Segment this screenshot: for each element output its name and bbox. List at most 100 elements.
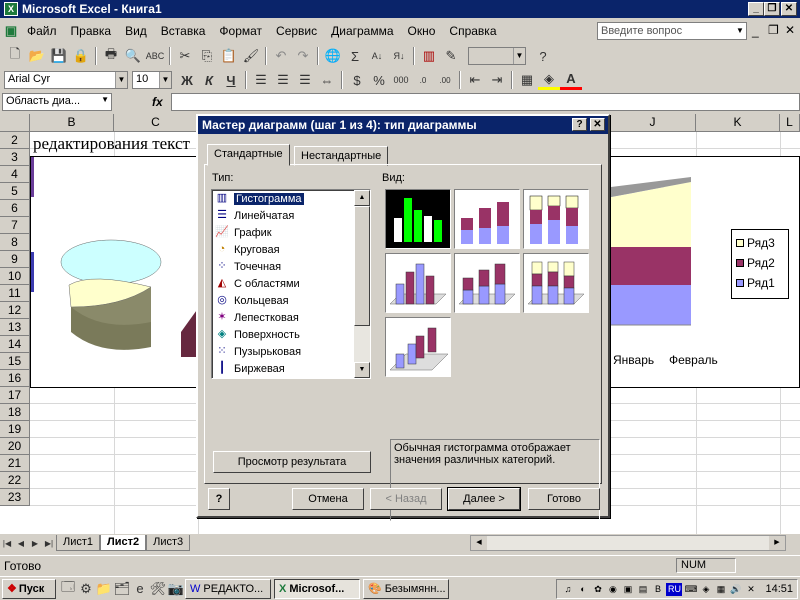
ask-dropdown-icon[interactable]: ▼ <box>734 23 746 39</box>
prev-sheet-icon[interactable]: ◀ <box>14 533 28 553</box>
fill-color-icon[interactable]: ◈ <box>538 70 560 90</box>
menu-tools[interactable]: Сервис <box>269 24 324 38</box>
chart-type-item[interactable]: ┃ Биржевая <box>212 360 370 377</box>
paste-icon[interactable]: 📋 <box>218 46 240 66</box>
next-button[interactable]: Далее > <box>447 487 521 511</box>
print-preview-icon[interactable]: 🔍 <box>122 46 144 66</box>
tab-standard[interactable]: Стандартные <box>207 144 290 166</box>
row-header[interactable]: 8 <box>0 234 30 251</box>
row-header[interactable]: 5 <box>0 183 30 200</box>
menu-window[interactable]: Окно <box>401 24 443 38</box>
workbook-icon[interactable]: ▣ <box>2 21 20 41</box>
tray-icon[interactable]: ▣ <box>621 583 634 596</box>
chart-type-item[interactable]: ✶ Лепестковая <box>212 309 370 326</box>
tray-icon[interactable]: ◈ <box>699 583 712 596</box>
scroll-left-icon[interactable]: ◀ <box>471 536 487 550</box>
cancel-button[interactable]: Отмена <box>292 488 364 510</box>
row-header[interactable]: 19 <box>0 421 30 438</box>
row-header[interactable]: 10 <box>0 268 30 285</box>
cell-text[interactable]: редактирования текст <box>33 134 190 154</box>
doc-restore-button[interactable]: ❐ <box>768 23 779 37</box>
new-icon[interactable]: 🗋 <box>4 46 26 66</box>
preview-result-button[interactable]: Просмотр результата <box>213 451 371 473</box>
area-chart-object[interactable]: Ряд3 Ряд2 Ряд1 Январь Февраль <box>610 156 800 388</box>
task-excel[interactable]: X Microsof... <box>274 578 360 599</box>
row-header[interactable]: 20 <box>0 438 30 455</box>
col-header-c[interactable]: C <box>114 114 198 132</box>
menu-format[interactable]: Формат <box>212 24 269 38</box>
col-header-k[interactable]: K <box>696 114 780 132</box>
scroll-up-icon[interactable]: ▲ <box>354 190 370 206</box>
select-all-corner[interactable] <box>0 114 30 132</box>
zoom-combo[interactable]: ▼ <box>468 47 526 65</box>
menu-view[interactable]: Вид <box>118 24 154 38</box>
subtype-100-stacked-column[interactable] <box>523 189 589 249</box>
font-dropdown-icon[interactable]: ▼ <box>115 72 127 88</box>
row-header[interactable]: 12 <box>0 302 30 319</box>
language-indicator[interactable]: RU <box>666 582 683 596</box>
chart-wizard-icon[interactable]: ▥ <box>418 46 440 66</box>
menu-help[interactable]: Справка <box>442 24 503 38</box>
redo-icon[interactable]: ↷ <box>292 46 314 66</box>
chart-type-item[interactable]: ◔ Круговая <box>212 241 370 258</box>
align-center-icon[interactable]: ☰ <box>272 70 294 90</box>
sheet-tab-1[interactable]: Лист1 <box>56 535 101 551</box>
task-word[interactable]: W РЕДАКТО... <box>185 578 271 599</box>
chart-type-item[interactable]: ☰ Линейчатая <box>212 207 370 224</box>
row-header[interactable]: 22 <box>0 472 30 489</box>
row-header[interactable]: 6 <box>0 200 30 217</box>
increase-decimal-icon[interactable]: .0 <box>412 70 434 90</box>
close-button[interactable]: ✕ <box>781 2 797 16</box>
tray-icon[interactable]: B <box>651 583 664 596</box>
chart-type-list[interactable]: ▥ Гистограмма ☰ Линейчатая 📈 График ◔ Круговая ⁘… <box>211 189 371 379</box>
last-sheet-icon[interactable]: ▶| <box>42 533 56 553</box>
subtype-stacked-column[interactable] <box>454 189 520 249</box>
hyperlink-icon[interactable]: 🌐 <box>322 46 344 66</box>
horizontal-scrollbar[interactable]: ◀ ▶ <box>470 535 786 551</box>
tray-icon[interactable]: ⌨ <box>684 583 697 596</box>
chart-type-item[interactable]: ⁙ Пузырьковая <box>212 343 370 360</box>
row-header[interactable]: 23 <box>0 489 30 506</box>
row-header[interactable]: 9 <box>0 251 30 268</box>
decrease-indent-icon[interactable]: ⇤ <box>464 70 486 90</box>
doc-close-button[interactable]: ✕ <box>785 23 795 37</box>
copy-icon[interactable]: ⎘ <box>196 46 218 66</box>
sort-asc-icon[interactable]: A↓ <box>366 46 388 66</box>
row-header[interactable]: 11 <box>0 285 30 302</box>
next-sheet-icon[interactable]: ▶ <box>28 533 42 553</box>
decrease-decimal-icon[interactable]: .00 <box>434 70 456 90</box>
row-header[interactable]: 3 <box>0 149 30 166</box>
row-header[interactable]: 18 <box>0 404 30 421</box>
quicklaunch-icon[interactable]: 🗂 <box>113 579 131 599</box>
col-header-b[interactable]: B <box>30 114 114 132</box>
formula-input[interactable] <box>170 93 800 111</box>
bold-button[interactable]: Ж <box>176 70 198 90</box>
drawing-icon[interactable]: ✎ <box>440 46 462 66</box>
doc-minimize-button[interactable]: _ <box>752 24 759 38</box>
finish-button[interactable]: Готово <box>528 488 600 510</box>
sheet-tab-2[interactable]: Лист2 <box>100 535 147 551</box>
subtype-3d-stacked-column[interactable] <box>454 253 520 313</box>
chart-type-item[interactable]: ◭ С областями <box>212 275 370 292</box>
permission-icon[interactable]: 🔒 <box>70 46 92 66</box>
tray-icon[interactable]: ♫ <box>561 583 574 596</box>
dialog-close-button[interactable]: ✕ <box>590 118 605 131</box>
row-header[interactable]: 21 <box>0 455 30 472</box>
subtype-clustered-column[interactable] <box>385 189 451 249</box>
scroll-down-icon[interactable]: ▼ <box>354 362 370 378</box>
font-name-combo[interactable]: Arial Cyr ▼ <box>4 71 128 89</box>
increase-indent-icon[interactable]: ⇥ <box>486 70 508 90</box>
ask-question-input[interactable]: Введите вопрос ▼ <box>597 22 747 40</box>
font-size-combo[interactable]: 10 ▼ <box>132 71 172 89</box>
thousands-icon[interactable]: 000 <box>390 70 412 90</box>
subtype-3d-column[interactable] <box>385 317 451 377</box>
scroll-right-icon[interactable]: ▶ <box>769 536 785 550</box>
borders-icon[interactable]: ▦ <box>516 70 538 90</box>
name-box[interactable]: Область диа... ▼ <box>2 93 112 111</box>
row-header[interactable]: 7 <box>0 217 30 234</box>
col-header-l[interactable]: L <box>780 114 800 132</box>
spelling-icon[interactable]: ABC <box>144 46 166 66</box>
chart-type-item[interactable]: ◎ Кольцевая <box>212 292 370 309</box>
first-sheet-icon[interactable]: |◀ <box>0 533 14 553</box>
currency-icon[interactable]: $ <box>346 70 368 90</box>
